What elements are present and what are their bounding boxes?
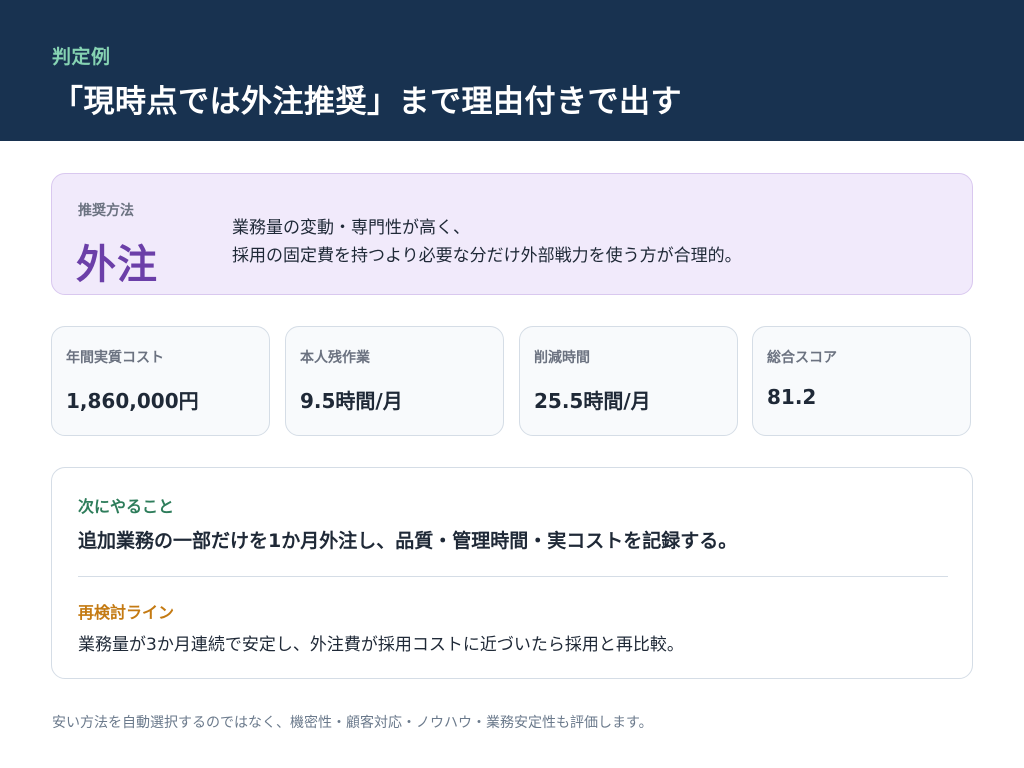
footnote: 安い方法を自動選択するのではなく、機密性・顧客対応・ノウハウ・業務安定性も評価し… (52, 715, 653, 731)
metric-card-total-score: 総合スコア 81.2 (752, 326, 971, 436)
metric-value: 9.5時間/月 (300, 389, 403, 413)
metric-value: 1,860,000円 (66, 389, 199, 413)
section-eyebrow: 判定例 (52, 46, 111, 68)
metric-value: 25.5時間/月 (534, 389, 651, 413)
review-line-text: 業務量が3か月連続で安定し、外注費が採用コストに近づいたら採用と再比較。 (78, 635, 684, 655)
recommendation-label: 推奨方法 (78, 203, 134, 219)
metric-label: 削減時間 (534, 350, 590, 366)
recommendation-reason: 業務量の変動・専門性が高く、 採用の固定費を持つより必要な分だけ外部戦力を使う方… (232, 214, 932, 270)
review-line-label: 再検討ライン (78, 603, 175, 622)
metric-card-saved-time: 削減時間 25.5時間/月 (519, 326, 738, 436)
action-card: 次にやること 追加業務の一部だけを1か月外注し、品質・管理時間・実コストを記録す… (51, 467, 973, 679)
page-title: 「現時点では外注推奨」まで理由付きで出す (52, 84, 682, 120)
metric-label: 年間実質コスト (66, 350, 164, 366)
recommendation-card: 推奨方法 外注 業務量の変動・専門性が高く、 採用の固定費を持つより必要な分だけ… (51, 173, 973, 295)
recommendation-value: 外注 (76, 242, 158, 288)
next-action-text: 追加業務の一部だけを1か月外注し、品質・管理時間・実コストを記録する。 (78, 530, 738, 552)
metric-card-remaining-work: 本人残作業 9.5時間/月 (285, 326, 504, 436)
metric-label: 本人残作業 (300, 350, 370, 366)
metric-value: 81.2 (767, 385, 817, 409)
next-action-label: 次にやること (78, 497, 175, 516)
reason-line: 業務量の変動・専門性が高く、 (232, 218, 470, 238)
metric-label: 総合スコア (767, 350, 837, 366)
divider (78, 576, 948, 577)
header-banner: 判定例 「現時点では外注推奨」まで理由付きで出す (0, 0, 1024, 141)
reason-line: 採用の固定費を持つより必要な分だけ外部戦力を使う方が合理的。 (232, 246, 742, 266)
metric-card-annual-cost: 年間実質コスト 1,860,000円 (51, 326, 270, 436)
